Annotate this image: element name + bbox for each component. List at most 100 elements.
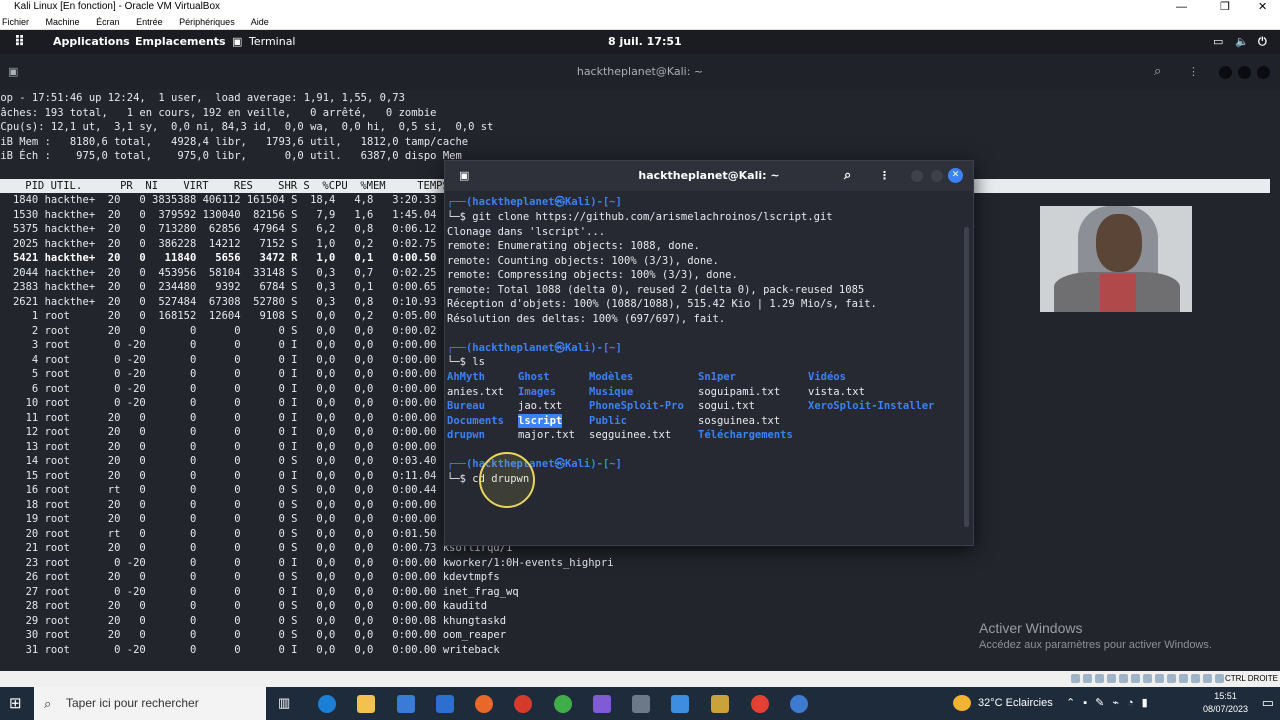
vbox-status-bar: CTRL DROITE bbox=[0, 671, 1280, 687]
taskbar-search-box[interactable]: ⌕ Taper ici pour rechercher bbox=[34, 687, 266, 720]
process-row: 31 root 0 -20 0 0 0 I 0,0 0,0 0:00.00 wr… bbox=[0, 643, 500, 656]
output-line: Résolution des deltas: 100% (697/697), f… bbox=[447, 313, 726, 325]
activate-title: Activer Windows bbox=[979, 620, 1083, 636]
ls-entry: Musique bbox=[589, 385, 634, 398]
process-row: 26 root 20 0 0 0 0 S 0,0 0,0 0:00.00 kde… bbox=[0, 571, 500, 583]
process-row: 21 root 20 0 0 0 0 S 0,0 0,0 0:00.73 kso… bbox=[0, 542, 513, 554]
close-icon[interactable]: ✕ bbox=[1258, 0, 1267, 14]
virtualbox-icon[interactable] bbox=[711, 695, 729, 713]
volume-icon[interactable]: 🔈 bbox=[1235, 30, 1249, 54]
chrome-icon[interactable] bbox=[751, 695, 769, 713]
vbox-menu-bar: Fichier Machine Écran Entrée Périphériqu… bbox=[0, 14, 1280, 30]
ls-entry: AhMyth bbox=[447, 371, 485, 383]
top-summary-line: MiB Éch : 975,0 total, 975,0 libr, 0,0 u… bbox=[0, 150, 462, 162]
webcam-overlay bbox=[1040, 206, 1192, 312]
minimize-icon[interactable]: — bbox=[1176, 0, 1187, 14]
mail-icon[interactable] bbox=[436, 695, 454, 713]
opera-icon[interactable] bbox=[514, 695, 532, 713]
process-row: 15 root 20 0 0 0 0 I 0,0 0,0 0:11.04 bbox=[0, 469, 437, 482]
process-row: 2025 hackthe+ 20 0 386228 14212 7152 S 1… bbox=[0, 237, 437, 250]
ls-entry: Ghost bbox=[518, 371, 550, 383]
panel-clock[interactable]: 8 juil. 17:51 bbox=[608, 30, 682, 54]
menu-dots-icon[interactable]: ⋮ bbox=[879, 161, 890, 191]
ls-entry: sosguinea.txt bbox=[698, 414, 781, 427]
process-row: 27 root 0 -20 0 0 0 I 0,0 0,0 0:00.00 in… bbox=[0, 585, 519, 598]
ls-entry: XeroSploit-Installer bbox=[808, 400, 935, 412]
ls-entry: jao.txt bbox=[518, 400, 563, 412]
front-terminal-title: hacktheplanet@Kali: ~ bbox=[638, 169, 780, 182]
close-button[interactable] bbox=[1257, 66, 1270, 79]
apps-grid-icon[interactable]: ⠿ bbox=[14, 30, 25, 54]
places-menu[interactable]: Emplacements bbox=[135, 30, 226, 54]
maximize-button[interactable] bbox=[931, 170, 943, 182]
menu-entree[interactable]: Entrée bbox=[136, 17, 163, 27]
ls-entry: sogui.txt bbox=[698, 400, 755, 412]
output-line: remote: Total 1088 (delta 0), reused 2 (… bbox=[447, 284, 865, 296]
notification-icon[interactable]: ▭ bbox=[1262, 695, 1274, 711]
maximize-button[interactable] bbox=[1238, 66, 1251, 79]
system-tray-icons[interactable]: ⌃▪✎⌁◔▮ bbox=[1066, 687, 1156, 720]
ls-entry: Public bbox=[589, 414, 627, 427]
terminal-tab-icon[interactable]: ▣ bbox=[8, 54, 18, 90]
ls-entry: vista.txt bbox=[808, 385, 865, 398]
clock-time: 15:51 bbox=[1214, 691, 1237, 701]
minimize-button[interactable] bbox=[1219, 66, 1232, 79]
output-line: remote: Counting objects: 100% (3/3), do… bbox=[447, 255, 719, 267]
clock-date: 08/07/2023 bbox=[1202, 704, 1248, 714]
menu-aide[interactable]: Aide bbox=[251, 17, 269, 27]
task-view-icon[interactable]: ▥ bbox=[278, 695, 290, 711]
process-row: 2044 hackthe+ 20 0 453956 58104 33148 S … bbox=[0, 266, 437, 279]
vpn-icon[interactable] bbox=[593, 695, 611, 713]
store-icon[interactable] bbox=[397, 695, 415, 713]
terminal-app-label[interactable]: Terminal bbox=[249, 30, 296, 54]
prompt-line: ┌──(hacktheplanet㉿Kali)-[~] bbox=[447, 458, 622, 470]
edge-icon[interactable] bbox=[318, 695, 336, 713]
output-line: Clonage dans 'lscript'... bbox=[447, 226, 606, 238]
top-summary-line: Tâches: 193 total, 1 en cours, 192 en ve… bbox=[0, 107, 437, 119]
ls-entry: anies.txt bbox=[447, 385, 504, 398]
app2-icon[interactable] bbox=[671, 695, 689, 713]
menu-fichier[interactable]: Fichier bbox=[2, 17, 29, 27]
process-row: 2 root 20 0 0 0 0 S 0,0 0,0 0:00.02 bbox=[0, 324, 437, 337]
virtualbox-cube-icon[interactable] bbox=[632, 695, 650, 713]
process-row: 5 root 0 -20 0 0 0 I 0,0 0,0 0:00.00 bbox=[0, 368, 437, 380]
back-terminal-titlebar: ▣ hacktheplanet@Kali: ~ ⌕ ⋮ bbox=[0, 54, 1280, 90]
top-summary-line: %Cpu(s): 12,1 ut, 3,1 sy, 0,0 ni, 84,3 i… bbox=[0, 121, 494, 133]
close-button[interactable]: ✕ bbox=[948, 168, 963, 183]
activate-subtitle: Accédez aux paramètres pour activer Wind… bbox=[979, 639, 1212, 651]
applications-menu[interactable]: Applications bbox=[53, 30, 130, 54]
menu-peripheriques[interactable]: Périphériques bbox=[179, 17, 235, 27]
power-icon[interactable]: ⏻ bbox=[1258, 30, 1267, 54]
firefox-icon[interactable] bbox=[475, 695, 493, 713]
front-terminal-titlebar: ▣ hacktheplanet@Kali: ~ ⌕ ⋮ ✕ bbox=[445, 161, 973, 191]
terminal-app-icon: ▣ bbox=[232, 35, 243, 48]
windows-start-icon[interactable]: ⊞ bbox=[9, 694, 22, 712]
process-row: 16 root rt 0 0 0 0 S 0,0 0,0 0:00.44 bbox=[0, 484, 437, 496]
search-icon[interactable]: ⌕ bbox=[844, 161, 851, 191]
process-row: 10 root 0 -20 0 0 0 I 0,0 0,0 0:00.00 bbox=[0, 397, 437, 409]
vbox-title-bar: Kali Linux [En fonction] - Oracle VM Vir… bbox=[0, 0, 1280, 14]
menu-ecran[interactable]: Écran bbox=[96, 17, 120, 27]
process-row: 12 root 20 0 0 0 0 I 0,0 0,0 0:00.00 bbox=[0, 426, 437, 438]
app3-icon[interactable] bbox=[790, 695, 808, 713]
process-row: 1840 hackthe+ 20 0 3835388 406112 161504… bbox=[0, 194, 437, 206]
ls-entry: Images bbox=[518, 385, 556, 398]
weather-text[interactable]: 32°C Eclaircies bbox=[978, 687, 1053, 720]
menu-machine[interactable]: Machine bbox=[46, 17, 80, 27]
search-icon[interactable]: ⌕ bbox=[1154, 54, 1161, 90]
terminal-scrollbar[interactable] bbox=[964, 227, 969, 527]
file-explorer-icon[interactable] bbox=[357, 695, 375, 713]
process-row: 28 root 20 0 0 0 0 S 0,0 0,0 0:00.00 kau… bbox=[0, 600, 488, 612]
vbox-device-icons[interactable] bbox=[1068, 674, 1224, 685]
minimize-button[interactable] bbox=[911, 170, 923, 182]
process-row: 1530 hackthe+ 20 0 379592 130040 82156 S… bbox=[0, 208, 437, 221]
taskbar-clock[interactable]: 15:51 08/07/2023 bbox=[1203, 690, 1248, 716]
maximize-icon[interactable]: ❐ bbox=[1220, 0, 1230, 14]
app-icon[interactable] bbox=[554, 695, 572, 713]
terminal-tab-icon[interactable]: ▣ bbox=[459, 161, 469, 191]
screen-icon[interactable]: ▭ bbox=[1213, 30, 1223, 54]
kali-top-panel: ⠿ Applications Emplacements ▣ Terminal 8… bbox=[0, 30, 1280, 54]
menu-dots-icon[interactable]: ⋮ bbox=[1188, 54, 1199, 90]
process-row: 19 root 20 0 0 0 0 S 0,0 0,0 0:00.00 bbox=[0, 513, 437, 525]
ls-entry: Téléchargements bbox=[698, 429, 793, 441]
